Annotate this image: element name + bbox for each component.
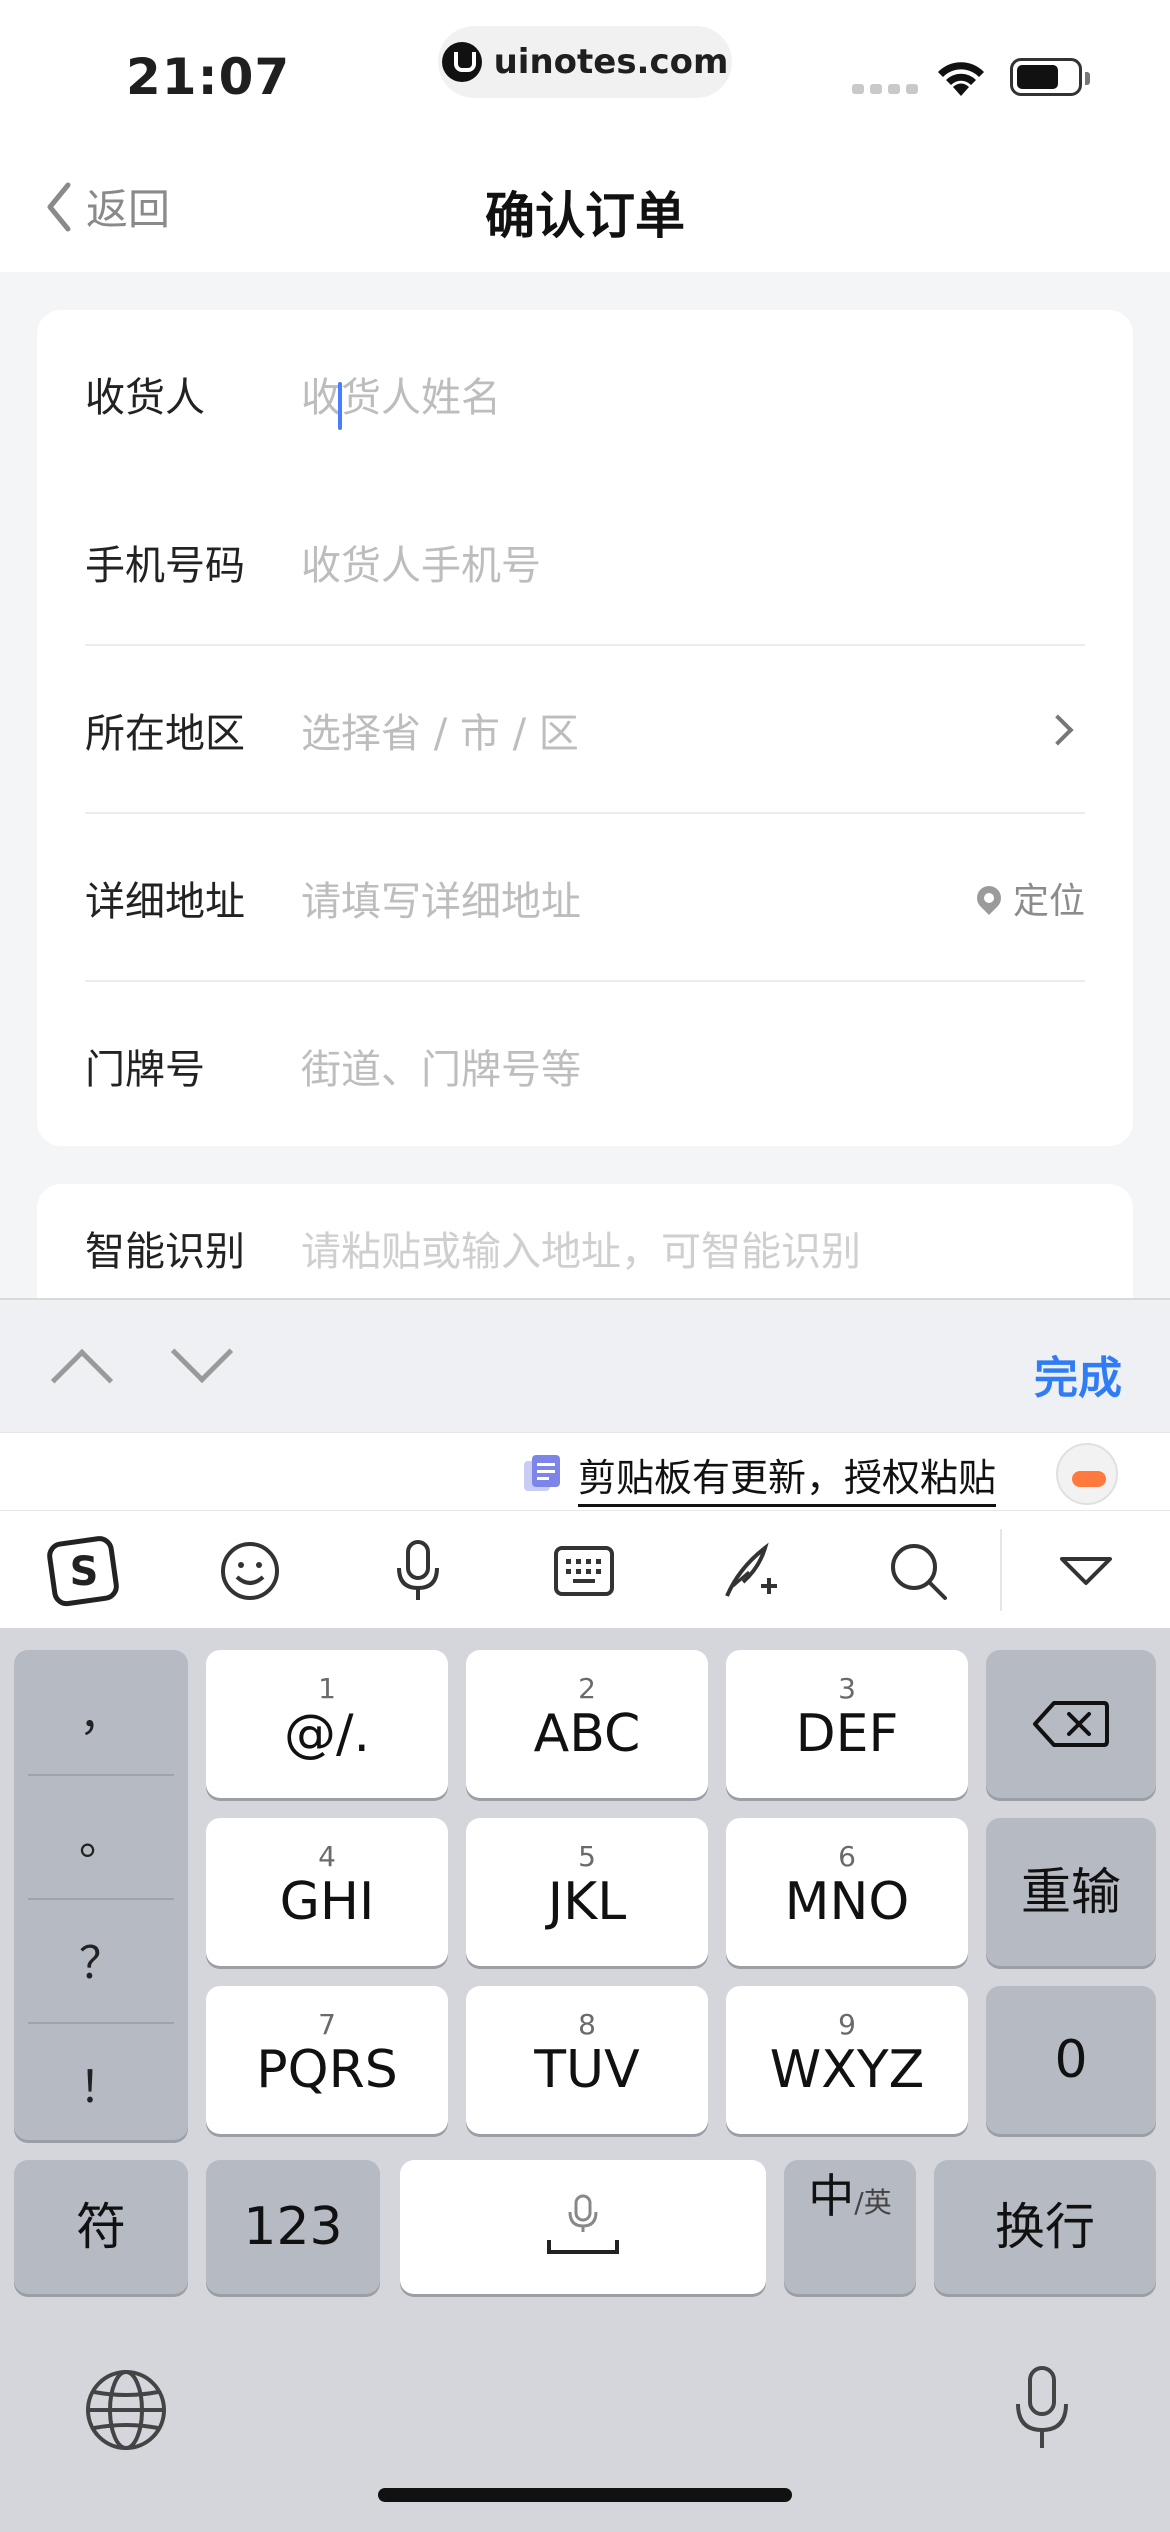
toolbar-divider (1000, 1529, 1002, 1611)
key-6[interactable]: 6 MNO (726, 1818, 968, 1966)
return-key[interactable]: 换行 (934, 2160, 1156, 2294)
key-4[interactable]: 4 GHI (206, 1818, 448, 1966)
delete-icon (1033, 1701, 1109, 1747)
key-5[interactable]: 5 JKL (466, 1818, 708, 1966)
house-number-field[interactable]: 门牌号 街道、门牌号等 (85, 982, 1085, 1150)
wifi-icon (938, 62, 984, 96)
globe-icon[interactable] (84, 2368, 168, 2452)
ime-toolbar: S (0, 1510, 1170, 1628)
punct-key[interactable]: ， (14, 1650, 188, 1772)
key-2[interactable]: 2 ABC (466, 1650, 708, 1798)
field-label: 手机号码 (85, 543, 245, 589)
key-3[interactable]: 3 DEF (726, 1650, 968, 1798)
sogou-logo-icon[interactable]: S (44, 1531, 124, 1611)
dictation-mic-icon[interactable] (1010, 2364, 1074, 2454)
clipboard-paste-link[interactable]: 剪贴板有更新，授权粘贴 (578, 1447, 997, 1507)
clipboard-icon (524, 1455, 560, 1491)
locate-button[interactable]: 定位 (972, 872, 1085, 924)
field-label: 智能识别 (85, 1229, 245, 1275)
site-logo-icon (441, 42, 482, 82)
clipboard-bar: 剪贴板有更新，授权粘贴 (0, 1432, 1170, 1510)
space-mic-icon (547, 2194, 619, 2254)
key-8[interactable]: 8 TUV (466, 1986, 708, 2134)
status-time: 21:07 (126, 48, 291, 106)
done-button[interactable]: 完成 (1034, 1342, 1122, 1406)
previous-field-icon[interactable] (50, 1348, 114, 1412)
key-0[interactable]: 0 (986, 1986, 1156, 2134)
house-number-input[interactable]: 街道、门牌号等 (301, 1037, 1085, 1095)
phone-field[interactable]: 手机号码 收货人手机号 (85, 478, 1085, 646)
emoji-icon[interactable] (210, 1531, 290, 1611)
key-9[interactable]: 9 WXYZ (726, 1986, 968, 2134)
field-label: 收货人 (85, 375, 205, 421)
location-pin-icon (972, 881, 1006, 915)
text-caret (338, 382, 342, 430)
home-indicator (378, 2488, 792, 2502)
field-label: 详细地址 (85, 879, 245, 925)
numbers-key[interactable]: 123 (206, 2160, 380, 2294)
status-bar: 21:07 uinotes.com (0, 0, 1170, 140)
symbols-key[interactable]: 符 (14, 2160, 188, 2294)
region-select[interactable]: 选择省 / 市 / 区 (301, 701, 1047, 759)
collapse-icon[interactable] (1046, 1531, 1126, 1611)
recipient-name-input[interactable]: 收货人姓名 (301, 365, 1085, 423)
nine-key-keyboard: ， 。 ？ ！ 1 @/. 2 ABC 3 DEF 4 GHI 5 JKL 6 … (0, 1628, 1170, 2532)
microphone-icon[interactable] (378, 1531, 458, 1611)
field-label: 门牌号 (85, 1047, 205, 1093)
detail-address-field[interactable]: 详细地址 请填写详细地址 定位 (85, 814, 1085, 982)
language-switch-key[interactable]: 中 /英 (784, 2160, 916, 2294)
chevron-right-icon (1042, 714, 1074, 746)
smart-recognition-card: 智能识别 请粘贴或输入地址，可智能识别 (37, 1184, 1133, 1304)
page-title: 确认订单 (485, 187, 685, 245)
region-field[interactable]: 所在地区 选择省 / 市 / 区 (85, 646, 1085, 814)
delete-key[interactable] (986, 1650, 1156, 1798)
mascot-icon[interactable] (1056, 1443, 1118, 1505)
battery-icon (1010, 58, 1090, 96)
punct-key[interactable]: ！ (14, 2022, 188, 2144)
keyboard-icon[interactable] (544, 1531, 624, 1611)
smart-recognition-input[interactable]: 请粘贴或输入地址，可智能识别 (301, 1219, 1085, 1277)
punct-key[interactable]: 。 (14, 1774, 188, 1896)
next-field-icon[interactable] (170, 1320, 234, 1384)
url-text: uinotes.com (493, 42, 729, 82)
nav-bar: 返回 确认订单 (0, 140, 1170, 272)
detail-address-input[interactable]: 请填写详细地址 (301, 869, 977, 927)
address-form-card: 收货人 收货人姓名 手机号码 收货人手机号 所在地区 选择省 / 市 / 区 详… (37, 310, 1133, 1146)
punct-key[interactable]: ？ (14, 1898, 188, 2020)
locate-label: 定位 (1012, 881, 1085, 922)
handwriting-icon[interactable] (712, 1531, 792, 1611)
cellular-signal-icon (852, 84, 918, 94)
smart-recognition-field[interactable]: 智能识别 请粘贴或输入地址，可智能识别 (85, 1184, 1085, 1304)
key-7[interactable]: 7 PQRS (206, 1986, 448, 2134)
reset-key[interactable]: 重输 (986, 1818, 1156, 1966)
url-pill[interactable]: uinotes.com (438, 26, 732, 98)
space-key[interactable] (400, 2160, 766, 2294)
punctuation-column[interactable]: ， 。 ？ ！ (14, 1650, 188, 2140)
svg-text:S: S (70, 1549, 99, 1595)
keyboard-accessory-bar: 完成 (0, 1298, 1170, 1432)
search-icon[interactable] (878, 1531, 958, 1611)
key-1[interactable]: 1 @/. (206, 1650, 448, 1798)
field-label: 所在地区 (85, 711, 245, 757)
phone-input[interactable]: 收货人手机号 (301, 533, 1085, 591)
recipient-name-field[interactable]: 收货人 收货人姓名 (85, 310, 1085, 478)
